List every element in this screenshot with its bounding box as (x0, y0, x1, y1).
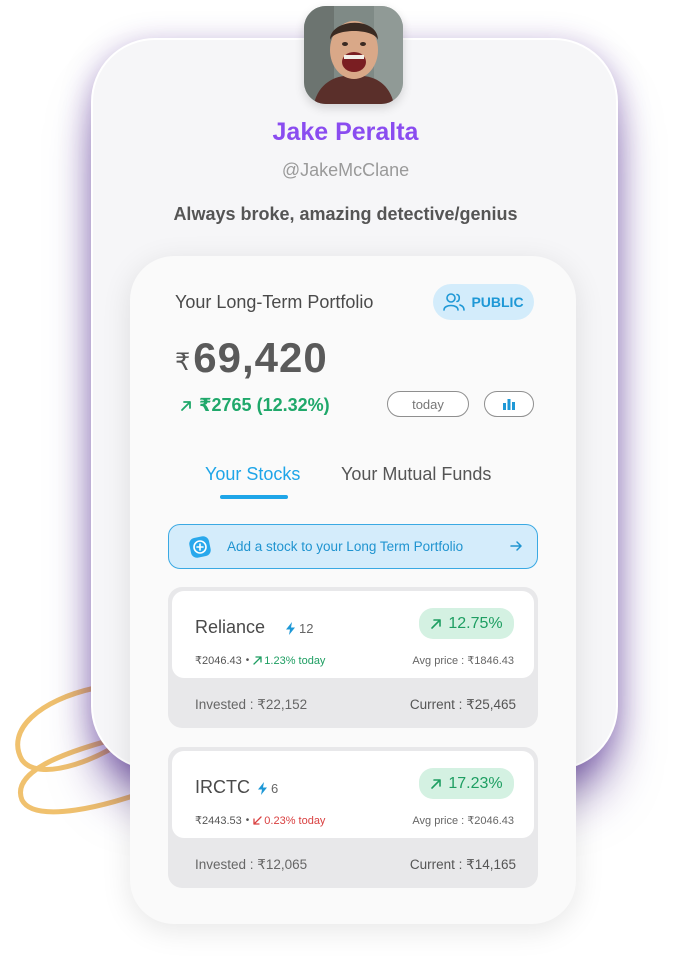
stock-today-change-value: 1.23% today (264, 654, 326, 667)
lightning-icon (258, 782, 267, 795)
users-icon (443, 293, 466, 311)
portfolio-card: Your Long-Term Portfolio PUBLIC ₹ 69,420… (130, 256, 576, 924)
arrow-up-right-icon (431, 778, 442, 789)
arrow-up-right-icon (181, 400, 191, 411)
period-selector[interactable]: today (387, 391, 469, 417)
stock-count: 12 (285, 621, 313, 636)
stock-return-badge: 17.23% (419, 768, 514, 799)
add-stock-button[interactable]: Add a stock to your Long Term Portfolio (168, 524, 538, 569)
stock-current: Current : ₹14,165 (409, 857, 516, 872)
stock-price-row: ₹2443.53 • 0.23% today (195, 814, 325, 828)
active-tab-indicator (220, 495, 288, 499)
arrow-right-icon (510, 541, 522, 551)
stock-current: Current : ₹25,465 (409, 697, 516, 712)
stock-price: ₹2046.43 (195, 655, 242, 667)
stock-avg-price: Avg price : ₹1846.43 (412, 655, 514, 667)
portfolio-value: ₹ 69,420 (175, 334, 328, 382)
separator-dot: • (245, 655, 250, 666)
stock-card-top: Reliance 12 12.75% ₹2046.43 • 1.23% toda… (172, 591, 534, 678)
total-value: 69,420 (193, 334, 328, 381)
stock-card-reliance[interactable]: Reliance 12 12.75% ₹2046.43 • 1.23% toda… (168, 587, 538, 728)
lightning-icon (286, 622, 295, 635)
stock-avg-price: Avg price : ₹2046.43 (412, 815, 514, 827)
add-circle-icon (189, 535, 211, 558)
avatar-image (304, 6, 403, 104)
stock-count: 6 (257, 781, 278, 796)
tab-your-mutual-funds[interactable]: Your Mutual Funds (341, 464, 491, 485)
portfolio-title: Your Long-Term Portfolio (175, 292, 374, 312)
bar-chart-icon (503, 399, 515, 410)
tab-your-stocks[interactable]: Your Stocks (205, 464, 300, 485)
stock-price-row: ₹2046.43 • 1.23% today (195, 654, 325, 668)
visibility-toggle[interactable]: PUBLIC (433, 284, 534, 320)
stock-count-value: 12 (299, 621, 314, 636)
stock-invested: Invested : ₹22,152 (195, 697, 308, 712)
change-text: ₹2765 (12.32%) (199, 395, 330, 415)
stock-today-change: 1.23% today (253, 655, 325, 667)
stock-name: Reliance (195, 617, 266, 637)
stock-price: ₹2443.53 (195, 815, 242, 827)
separator-dot: • (245, 815, 250, 826)
stock-card-irctc[interactable]: IRCTC 6 17.23% ₹2443.53 • 0.23% today Av… (168, 747, 538, 888)
stock-name: IRCTC (195, 777, 250, 797)
avatar[interactable] (304, 6, 403, 104)
arrow-down-left-icon (253, 816, 262, 825)
portfolio-change: ₹2765 (12.32%) (179, 395, 330, 416)
profile-bio: Always broke, amazing detective/genius (173, 204, 518, 224)
stock-today-change: 0.23% today (253, 815, 325, 827)
stock-count-value: 6 (271, 781, 279, 796)
add-stock-label: Add a stock to your Long Term Portfolio (227, 539, 464, 554)
arrow-up-right-icon (253, 656, 262, 665)
currency-symbol: ₹ (175, 349, 191, 376)
chart-view-button[interactable] (484, 391, 534, 417)
arrow-up-right-icon (431, 618, 442, 629)
visibility-label: PUBLIC (471, 294, 524, 310)
stock-invested: Invested : ₹12,065 (195, 857, 308, 872)
stock-return-badge: 12.75% (419, 608, 514, 639)
profile-handle: @JakeMcClane (281, 160, 410, 180)
stock-today-change-value: 0.23% today (264, 814, 326, 827)
stock-card-top: IRCTC 6 17.23% ₹2443.53 • 0.23% today Av… (172, 751, 534, 838)
stock-return-value: 17.23% (448, 774, 503, 792)
profile-name: Jake Peralta (272, 118, 419, 146)
stock-return-value: 12.75% (448, 614, 503, 632)
